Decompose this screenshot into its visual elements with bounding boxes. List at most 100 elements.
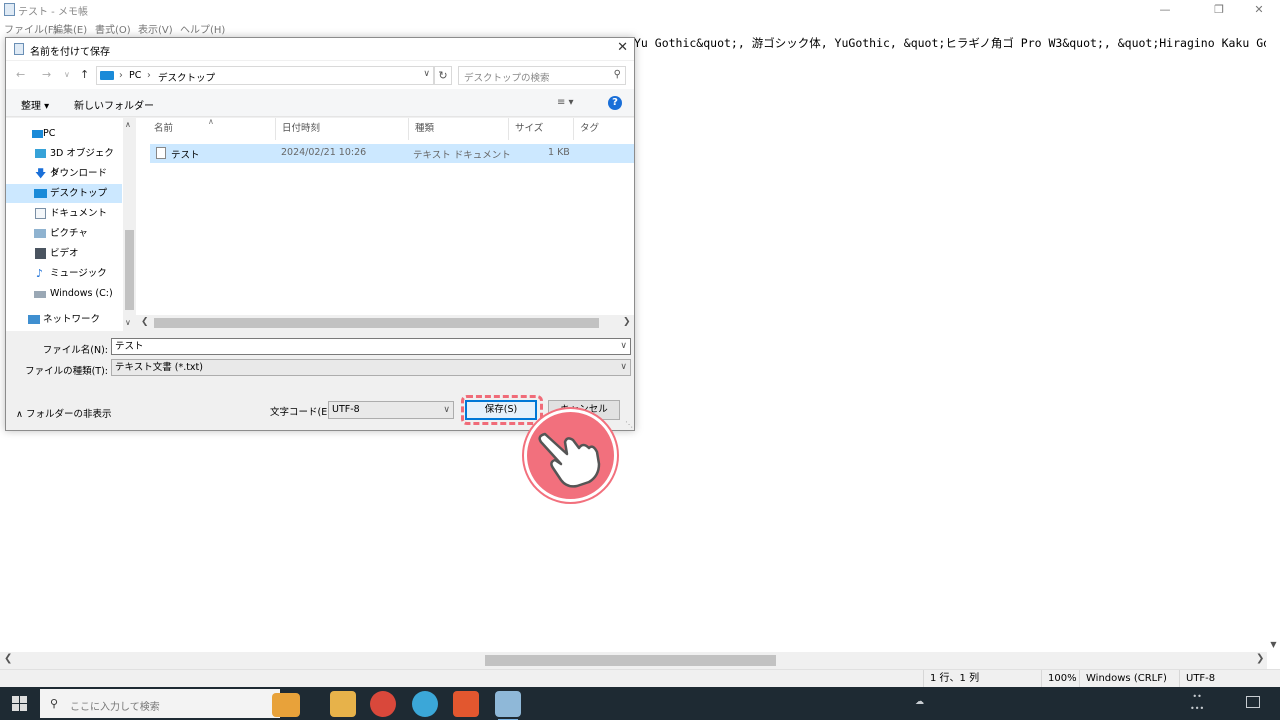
back-arrow-icon[interactable]: ← xyxy=(16,68,25,81)
tree-item-windows-drive[interactable]: Windows (C:) xyxy=(6,284,122,303)
refresh-icon[interactable]: ↻ xyxy=(434,66,452,85)
menu-help[interactable]: ヘルプ(H) xyxy=(180,21,225,36)
notepad-statusbar: 1 行、1 列 100% Windows (CRLF) UTF-8 xyxy=(0,669,1280,688)
scroll-up-arrow-icon[interactable]: ∧ xyxy=(125,120,131,129)
column-header-name[interactable]: 名前 xyxy=(148,118,276,140)
scroll-right-arrow-icon[interactable]: ❯ xyxy=(1256,653,1264,664)
browser-icon[interactable] xyxy=(412,691,438,717)
chevron-down-icon[interactable]: ∨ xyxy=(620,360,627,375)
tree-item-3d-objects[interactable]: 3D オブジェクト xyxy=(6,144,122,178)
organize-button[interactable]: 整理 ▾ xyxy=(21,97,49,112)
tree-item-videos[interactable]: ビデオ xyxy=(6,244,122,263)
windows-start-icon[interactable] xyxy=(12,696,28,712)
new-folder-button[interactable]: 新しいフォルダー xyxy=(74,97,154,112)
filetype-value: テキスト文書 (*.txt) xyxy=(115,362,203,373)
filetype-select[interactable]: テキスト文書 (*.txt) ∨ xyxy=(111,359,631,376)
tree-item-documents[interactable]: ドキュメント xyxy=(6,204,122,223)
scrollbar-thumb[interactable] xyxy=(485,655,776,666)
tree-item-desktop[interactable]: デスクトップ xyxy=(6,184,122,203)
file-name: テスト xyxy=(171,150,200,161)
pc-icon xyxy=(32,130,43,138)
pictures-icon xyxy=(34,229,46,238)
status-encoding: UTF-8 xyxy=(1179,670,1280,688)
filename-field[interactable]: テスト ∨ xyxy=(111,338,631,355)
navigation-pane-scrollbar[interactable]: ∧ ∨ xyxy=(123,118,136,331)
drive-icon xyxy=(34,291,46,298)
scroll-down-arrow-icon[interactable]: ∨ xyxy=(125,318,131,327)
filetype-label: ファイルの種類(T): xyxy=(25,366,108,377)
menu-view[interactable]: 表示(V) xyxy=(138,21,173,36)
hide-folders-toggle[interactable]: ∧ フォルダーの非表示 xyxy=(16,406,112,420)
notification-icon[interactable] xyxy=(1246,696,1260,708)
dialog-command-bar: 整理 ▾ 新しいフォルダー ≡ ▾ ? xyxy=(6,89,634,117)
file-list: ∧ 名前 日付時刻 種類 サイズ タグ テスト 2024/02/21 10:26… xyxy=(136,117,634,331)
music-icon: ♪ xyxy=(36,267,44,280)
scrollbar-thumb[interactable] xyxy=(125,230,134,310)
encoding-value: UTF-8 xyxy=(332,404,360,415)
breadcrumb-desktop[interactable]: デスクトップ xyxy=(158,70,215,84)
notepad-title: テスト - メモ帳 xyxy=(18,7,88,18)
chevron-down-icon[interactable]: ∨ xyxy=(620,339,627,354)
tree-item-downloads[interactable]: 🡇 ダウンロード xyxy=(6,164,122,183)
breadcrumb-chevron-icon[interactable]: › xyxy=(147,70,151,81)
forward-arrow-icon[interactable]: → xyxy=(42,68,51,81)
menu-edit[interactable]: 編集(E) xyxy=(53,21,87,36)
close-icon[interactable]: ✕ xyxy=(1236,0,1280,20)
pc-icon xyxy=(100,71,114,80)
file-list-horizontal-scrollbar[interactable]: ❮ ❯ xyxy=(136,315,634,331)
chevron-down-icon[interactable]: ∨ xyxy=(423,69,430,79)
tree-item-pc[interactable]: PC xyxy=(6,124,122,143)
address-bar[interactable]: › PC › デスクトップ ∨ xyxy=(96,66,434,85)
search-icon: ⚲ xyxy=(50,697,59,710)
taskbar-search-box[interactable]: ⚲ ここに入力して検索 xyxy=(40,689,300,718)
file-explorer-icon[interactable] xyxy=(330,691,356,717)
menu-file[interactable]: ファイル(F) xyxy=(4,21,58,36)
network-icon xyxy=(28,315,40,324)
search-highlight-icon[interactable] xyxy=(272,693,300,717)
encoding-select[interactable]: UTF-8 ∨ xyxy=(328,401,454,419)
column-header-size[interactable]: サイズ xyxy=(509,118,574,140)
column-header-tags[interactable]: タグ xyxy=(574,118,634,140)
column-header-date[interactable]: 日付時刻 xyxy=(276,118,409,140)
notepad-app-icon xyxy=(4,3,15,16)
help-icon[interactable]: ? xyxy=(608,96,622,110)
file-size: 1 KB xyxy=(548,147,570,158)
office-app-icon[interactable] xyxy=(453,691,479,717)
up-arrow-icon[interactable]: ↑ xyxy=(80,68,89,81)
column-header-type[interactable]: 種類 xyxy=(409,118,509,140)
scroll-left-arrow-icon[interactable]: ❮ xyxy=(141,317,149,327)
breadcrumb-chevron-icon[interactable]: › xyxy=(119,70,123,81)
scroll-right-arrow-icon[interactable]: ❯ xyxy=(623,317,631,327)
notepad-taskbar-icon[interactable] xyxy=(495,691,521,720)
encoding-label: 文字コード(E): xyxy=(270,407,335,418)
download-icon: 🡇 xyxy=(35,167,47,180)
notepad-horizontal-scrollbar[interactable]: ❮ ❯ xyxy=(0,652,1267,669)
scroll-left-arrow-icon[interactable]: ❮ xyxy=(4,653,12,664)
folder-search-input[interactable]: デスクトップの検索 ⚲ xyxy=(458,66,626,85)
dialog-title: 名前を付けて保存 xyxy=(30,47,110,58)
chrome-icon[interactable] xyxy=(370,691,396,717)
system-tray-weather-icon[interactable]: ☁ xyxy=(915,697,924,707)
tree-item-network[interactable]: ネットワーク xyxy=(6,310,122,329)
recent-locations-icon[interactable]: ∨ xyxy=(64,70,70,79)
minimize-icon[interactable]: — xyxy=(1142,0,1188,20)
clock-icon[interactable]: •• ••• xyxy=(1190,691,1204,715)
search-icon: ⚲ xyxy=(613,69,621,80)
view-options-icon[interactable]: ≡ ▾ xyxy=(557,97,574,108)
resize-grip-icon[interactable]: ⋱ xyxy=(625,420,633,429)
menu-format[interactable]: 書式(O) xyxy=(95,21,131,36)
notepad-menubar: ファイル(F) 編集(E) 書式(O) 表示(V) ヘルプ(H) xyxy=(0,20,1280,36)
scrollbar-thumb[interactable] xyxy=(154,318,599,328)
3d-objects-icon xyxy=(35,149,46,158)
tree-item-music[interactable]: ♪ ミュージック xyxy=(6,264,122,283)
file-row[interactable]: テスト 2024/02/21 10:26 テキスト ドキュメント 1 KB xyxy=(150,144,634,163)
tree-item-pictures[interactable]: ピクチャ xyxy=(6,224,122,243)
scroll-down-arrow-icon[interactable]: ▼ xyxy=(1267,640,1280,652)
notepad-app-icon xyxy=(14,43,24,55)
breadcrumb-pc[interactable]: PC xyxy=(129,70,141,81)
status-position: 1 行、1 列 xyxy=(923,670,1041,688)
chevron-down-icon[interactable]: ∨ xyxy=(443,402,450,418)
notepad-text-area[interactable]: Yu Gothic&quot;, 游ゴシック体, YuGothic, &quot… xyxy=(634,36,1266,50)
close-icon[interactable]: ✕ xyxy=(617,40,628,55)
status-zoom: 100% xyxy=(1041,670,1079,688)
